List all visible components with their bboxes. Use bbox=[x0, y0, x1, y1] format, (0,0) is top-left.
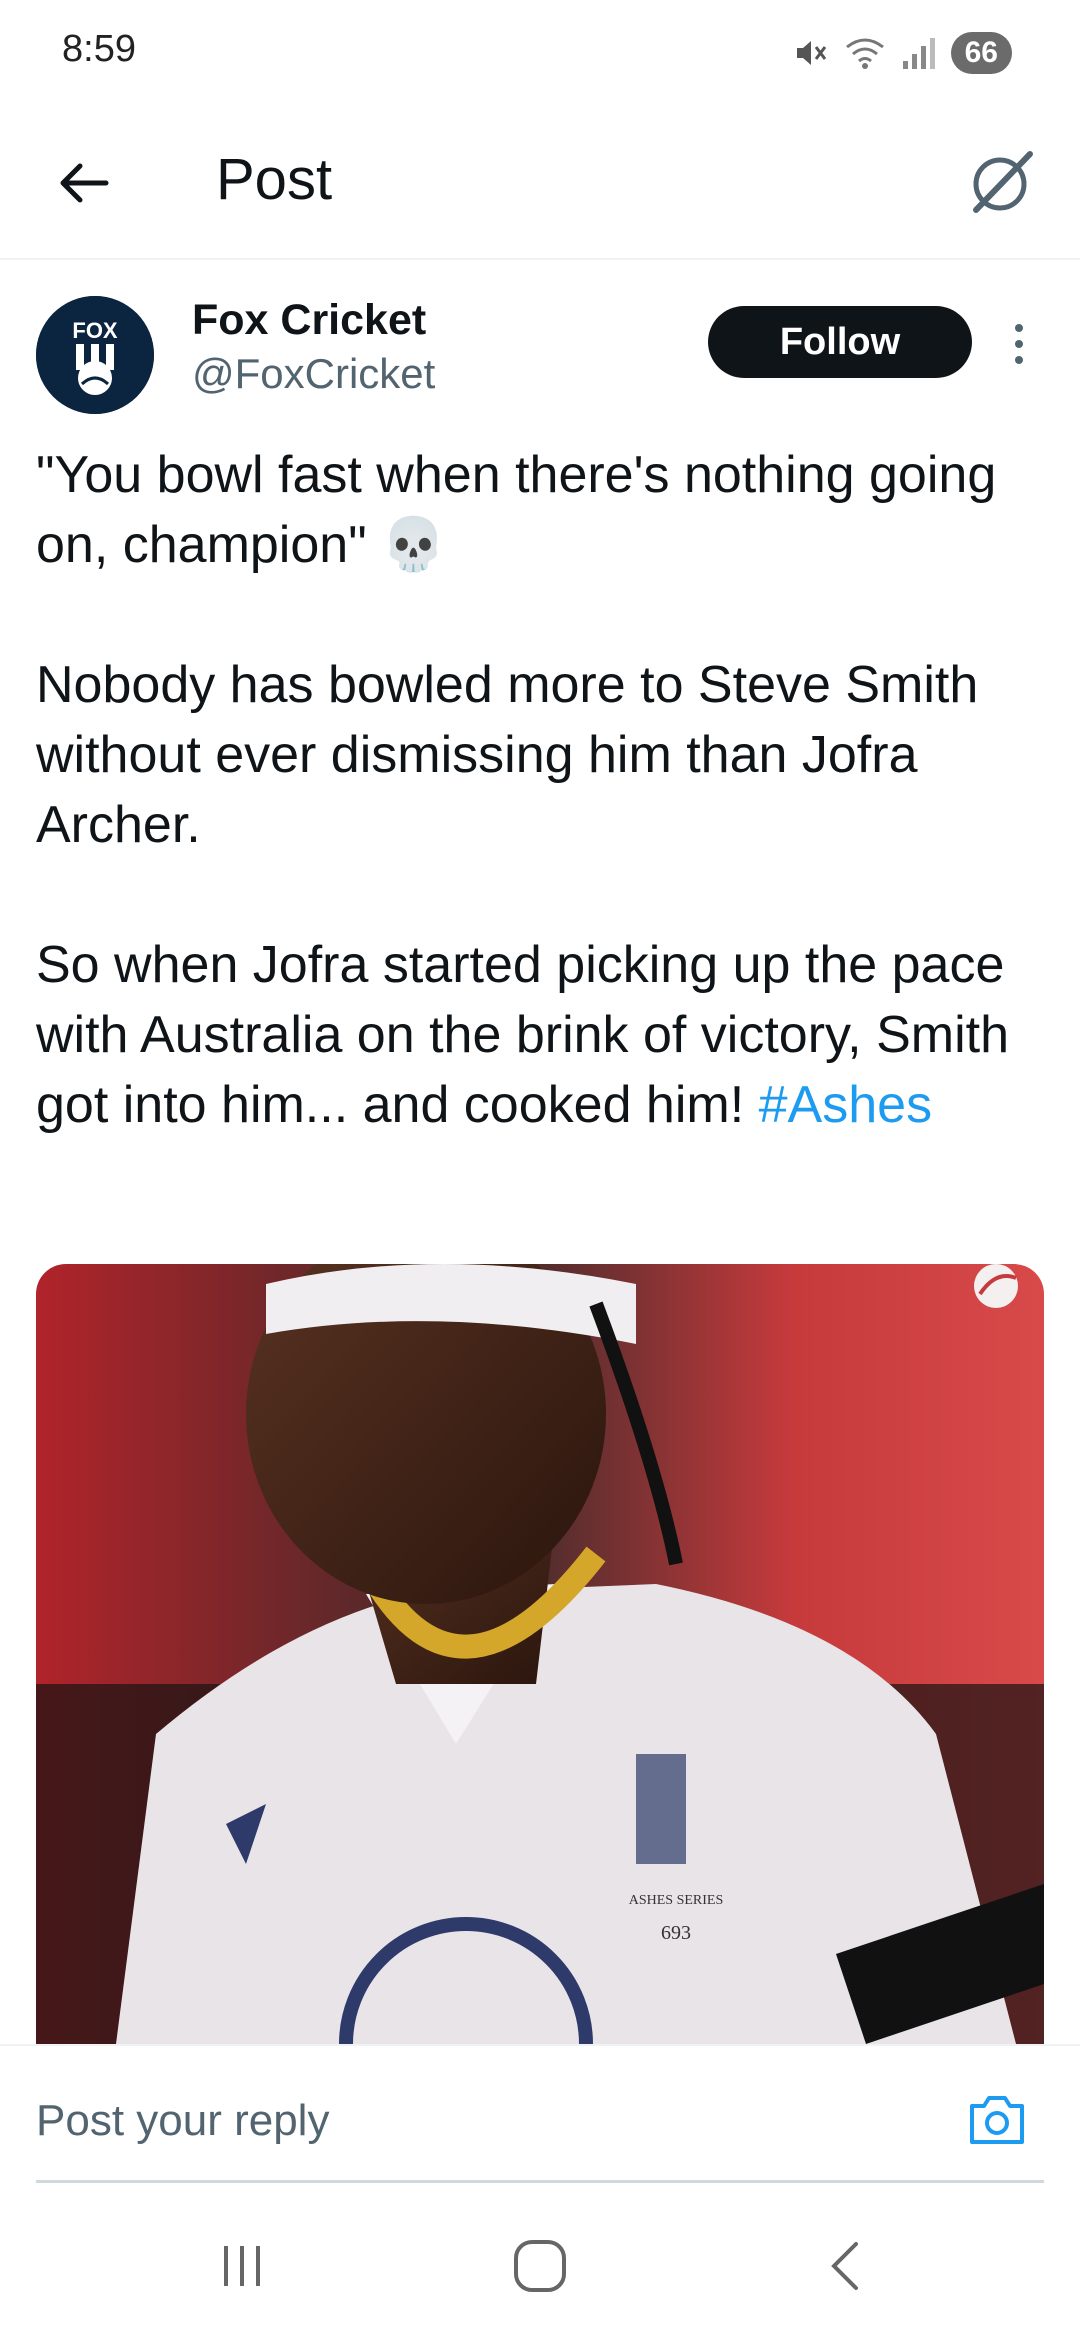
author-handle[interactable]: @FoxCricket bbox=[192, 350, 435, 398]
more-options-button[interactable] bbox=[1004, 320, 1034, 368]
follow-button[interactable]: Follow bbox=[708, 306, 972, 378]
system-navigation-bar bbox=[0, 2186, 1080, 2340]
reply-divider bbox=[36, 2180, 1044, 2183]
svg-text:FOX: FOX bbox=[72, 318, 118, 343]
recent-apps-button[interactable] bbox=[212, 2236, 272, 2296]
nav-back-icon bbox=[831, 2242, 858, 2290]
post-paragraph: Nobody has bowled more to Steve Smith wi… bbox=[36, 656, 979, 854]
page-title: Post bbox=[216, 147, 333, 212]
author-name[interactable]: Fox Cricket bbox=[192, 296, 426, 345]
header: Post bbox=[0, 110, 1080, 260]
status-icons: 66 bbox=[793, 32, 1012, 74]
status-time: 8:59 bbox=[62, 28, 136, 70]
home-button[interactable] bbox=[510, 2236, 570, 2296]
shirt-text: ASHES SERIES bbox=[629, 1893, 724, 1908]
battery-icon: 66 bbox=[950, 32, 1012, 74]
camera-button[interactable] bbox=[966, 2092, 1028, 2148]
post-body: "You bowl fast when there's nothing goin… bbox=[36, 440, 1046, 1210]
status-bar: 8:59 66 bbox=[0, 0, 1080, 110]
signal-icon bbox=[901, 35, 937, 71]
more-vertical-icon bbox=[1015, 324, 1023, 364]
reply-bar: Post your reply bbox=[0, 2044, 1080, 2186]
post-quote: "You bowl fast when there's nothing goin… bbox=[36, 446, 997, 574]
camera-icon bbox=[970, 2096, 1024, 2144]
wifi-icon bbox=[843, 35, 887, 71]
post-media[interactable]: ASHES SERIES 693 bbox=[36, 1264, 1044, 2044]
player-image: ASHES SERIES 693 bbox=[36, 1264, 1044, 2044]
post-paragraph: So when Jofra started picking up the pac… bbox=[36, 930, 1046, 1140]
avatar[interactable]: FOX bbox=[36, 296, 154, 414]
fox-cricket-logo: FOX bbox=[36, 296, 154, 414]
grok-icon bbox=[973, 151, 1033, 213]
hashtag-link[interactable]: #Ashes bbox=[759, 1076, 932, 1134]
grok-button[interactable] bbox=[964, 144, 1040, 220]
back-button[interactable] bbox=[50, 148, 120, 218]
home-icon bbox=[514, 2240, 566, 2292]
reply-input[interactable]: Post your reply bbox=[36, 2096, 329, 2146]
back-arrow-icon bbox=[60, 163, 109, 203]
nav-back-button[interactable] bbox=[816, 2236, 876, 2296]
recent-apps-icon bbox=[224, 2246, 260, 2286]
mute-icon bbox=[793, 35, 829, 71]
shirt-number: 693 bbox=[661, 1922, 691, 1944]
